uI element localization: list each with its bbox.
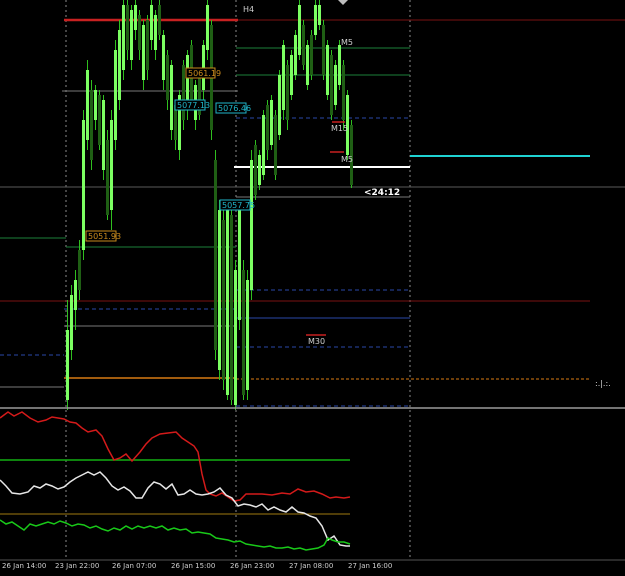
candle-body[interactable] [290,55,293,95]
candle-body[interactable] [326,45,329,95]
x-axis-label: 26 Jan 15:00 [171,562,215,570]
candle-body[interactable] [254,145,257,195]
candle-body[interactable] [70,295,73,350]
candle-body[interactable] [298,5,301,55]
x-axis-label: 27 Jan 16:00 [348,562,392,570]
candle-body[interactable] [250,160,253,290]
x-axis-label: 26 Jan 23:00 [230,562,274,570]
price-tag-5057-75[interactable]: 5057.75 [219,199,255,211]
candle-body[interactable] [274,115,277,175]
x-axis-label: 26 Jan 07:00 [112,562,156,570]
candle-body[interactable] [122,5,125,70]
chart-background [0,0,625,576]
candle-body[interactable] [322,25,325,75]
candle-body[interactable] [166,55,169,100]
candle-body[interactable] [66,330,69,400]
candle-body[interactable] [126,5,129,50]
timeframe-label-h4: H4 [243,5,254,14]
candle-body[interactable] [294,35,297,75]
price-tag-text: 5061.19 [188,69,221,78]
candle-body[interactable] [114,50,117,140]
trading-chart[interactable]: H4 M5 M15 M5 M30 5061.19 5077.13 5076.46… [0,0,625,576]
candle-body[interactable] [106,140,109,215]
candle-body[interactable] [262,115,265,175]
price-tag-5061-19[interactable]: 5061.19 [185,67,221,79]
candle-body[interactable] [334,65,337,105]
candle-body[interactable] [110,120,113,210]
candle-body[interactable] [306,45,309,85]
right-marker: :.|.:. [595,379,611,388]
candle-body[interactable] [234,270,237,405]
candle-body[interactable] [302,25,305,65]
candle-countdown: <24:12 [364,188,400,198]
candle-body[interactable] [286,65,289,120]
timeframe-label-m5-bottom: M5 [341,155,353,164]
candle-body[interactable] [338,45,341,85]
candle-body[interactable] [218,210,221,370]
candle-body[interactable] [158,5,161,35]
candle-body[interactable] [86,70,89,140]
x-axis-label: 26 Jan 14:00 [2,562,46,570]
price-tag-5077-13[interactable]: 5077.13 [174,99,210,111]
candle-body[interactable] [98,95,101,145]
candle-body[interactable] [134,5,137,30]
candle-body[interactable] [330,55,333,115]
timeframe-label-m15: M15 [331,124,348,133]
price-tag-5076-46[interactable]: 5076.46 [215,102,251,114]
candle-body[interactable] [82,120,85,250]
price-tag-text: 5051.93 [88,232,121,241]
candle-body[interactable] [90,90,93,160]
candle-body[interactable] [230,215,233,400]
timeframe-label-m30: M30 [308,337,325,346]
candle-body[interactable] [342,65,345,120]
x-axis-label: 23 Jan 22:00 [55,562,99,570]
candle-body[interactable] [118,30,121,100]
price-tag-text: 5057.75 [222,201,255,210]
candle-body[interactable] [94,90,97,120]
candle-body[interactable] [102,100,105,170]
candle-body[interactable] [182,65,185,120]
candle-body[interactable] [170,65,173,130]
candle-body[interactable] [214,160,217,350]
candle-body[interactable] [242,270,245,395]
candle-body[interactable] [222,220,225,380]
candle-body[interactable] [74,280,77,310]
candle-body[interactable] [282,45,285,110]
candle-body[interactable] [314,5,317,35]
candle-body[interactable] [146,20,149,70]
candle-body[interactable] [318,5,321,25]
candle-body[interactable] [238,210,241,320]
candle-body[interactable] [78,250,81,290]
candle-body[interactable] [226,210,229,395]
price-tag-5051-93[interactable]: 5051.93 [85,230,121,242]
timeframe-label-m5-top: M5 [341,38,353,47]
candle-body[interactable] [130,10,133,60]
candle-body[interactable] [266,105,269,150]
candle-body[interactable] [246,280,249,390]
candle-body[interactable] [162,35,165,80]
candle-body[interactable] [206,5,209,50]
candle-body[interactable] [278,75,281,135]
candle-body[interactable] [258,155,261,185]
candle-body[interactable] [270,100,273,145]
candle-body[interactable] [310,35,313,75]
candle-body[interactable] [138,15,141,50]
candle-body[interactable] [142,25,145,80]
price-tag-text: 5076.46 [218,104,251,113]
price-tag-text: 5077.13 [177,101,210,110]
candle-body[interactable] [154,15,157,50]
candle-body[interactable] [150,5,153,40]
x-axis-label: 27 Jan 08:00 [289,562,333,570]
